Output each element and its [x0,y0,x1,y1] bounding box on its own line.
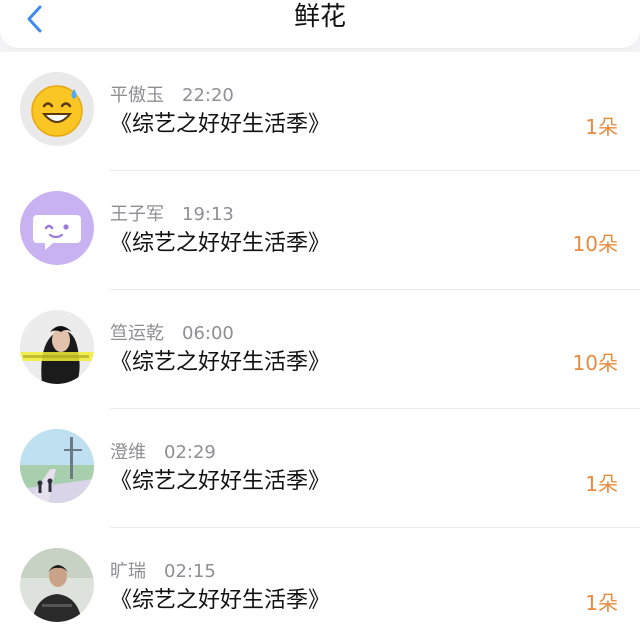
page-title: 鲜花 [293,2,346,32]
chat-bubble-face-icon [20,191,94,265]
list-item[interactable]: 王子军 19:13 《综艺之好好生活季》 10朵 [0,171,640,290]
avatar[interactable] [20,429,94,503]
sender-line: 澄维 02:29 [110,441,216,465]
list-item[interactable]: 平傲玉 22:20 《综艺之好好生活季》 1朵 [0,52,640,171]
flower-count: 1朵 [585,591,618,615]
anime-scenery-icon [20,429,94,503]
avatar[interactable] [20,72,94,146]
show-title: 《综艺之好好生活季》 [110,588,331,613]
gift-time: 02:15 [164,561,216,582]
avatar[interactable] [20,191,94,265]
gift-time: 02:29 [164,442,216,463]
flower-count: 10朵 [572,232,618,256]
avatar[interactable] [20,310,94,384]
sender-line: 旷瑞 02:15 [110,560,216,584]
gift-time: 19:13 [182,204,234,225]
person-photo-icon [20,548,94,622]
show-title: 《综艺之好好生活季》 [110,231,331,256]
gift-time: 06:00 [182,323,234,344]
flower-count: 10朵 [572,351,618,375]
sender-name[interactable]: 旷瑞 [110,561,146,582]
list-item[interactable]: 澄维 02:29 《综艺之好好生活季》 1朵 [0,409,640,528]
show-title: 《综艺之好好生活季》 [110,112,331,137]
sender-name[interactable]: 澄维 [110,442,146,463]
navigation-bar: 鲜花 [0,0,640,48]
gift-time: 22:20 [182,85,234,106]
show-title: 《综艺之好好生活季》 [110,469,331,494]
sender-name[interactable]: 平傲玉 [110,85,164,106]
flower-count: 1朵 [585,472,618,496]
sender-line: 笪运乾 06:00 [110,322,234,346]
list-item[interactable]: 旷瑞 02:15 《综艺之好好生活季》 1朵 [0,528,640,639]
avatar[interactable] [20,548,94,622]
sender-line: 王子军 19:13 [110,203,234,227]
show-title: 《综艺之好好生活季》 [110,350,331,375]
portrait-photo-icon [20,310,94,384]
sender-line: 平傲玉 22:20 [110,84,234,108]
flower-count: 1朵 [585,115,618,139]
sender-name[interactable]: 笪运乾 [110,323,164,344]
gift-flowers-page: 鲜花 平傲玉 22:20 《综艺之好好生活季》 1朵 王子军 19:13 《综艺… [0,0,640,639]
flower-gift-list: 平傲玉 22:20 《综艺之好好生活季》 1朵 王子军 19:13 《综艺之好好生活… [0,52,640,639]
sender-name[interactable]: 王子军 [110,204,164,225]
list-item[interactable]: 笪运乾 06:00 《综艺之好好生活季》 10朵 [0,290,640,409]
sweat-smile-emoji-icon [20,72,94,146]
